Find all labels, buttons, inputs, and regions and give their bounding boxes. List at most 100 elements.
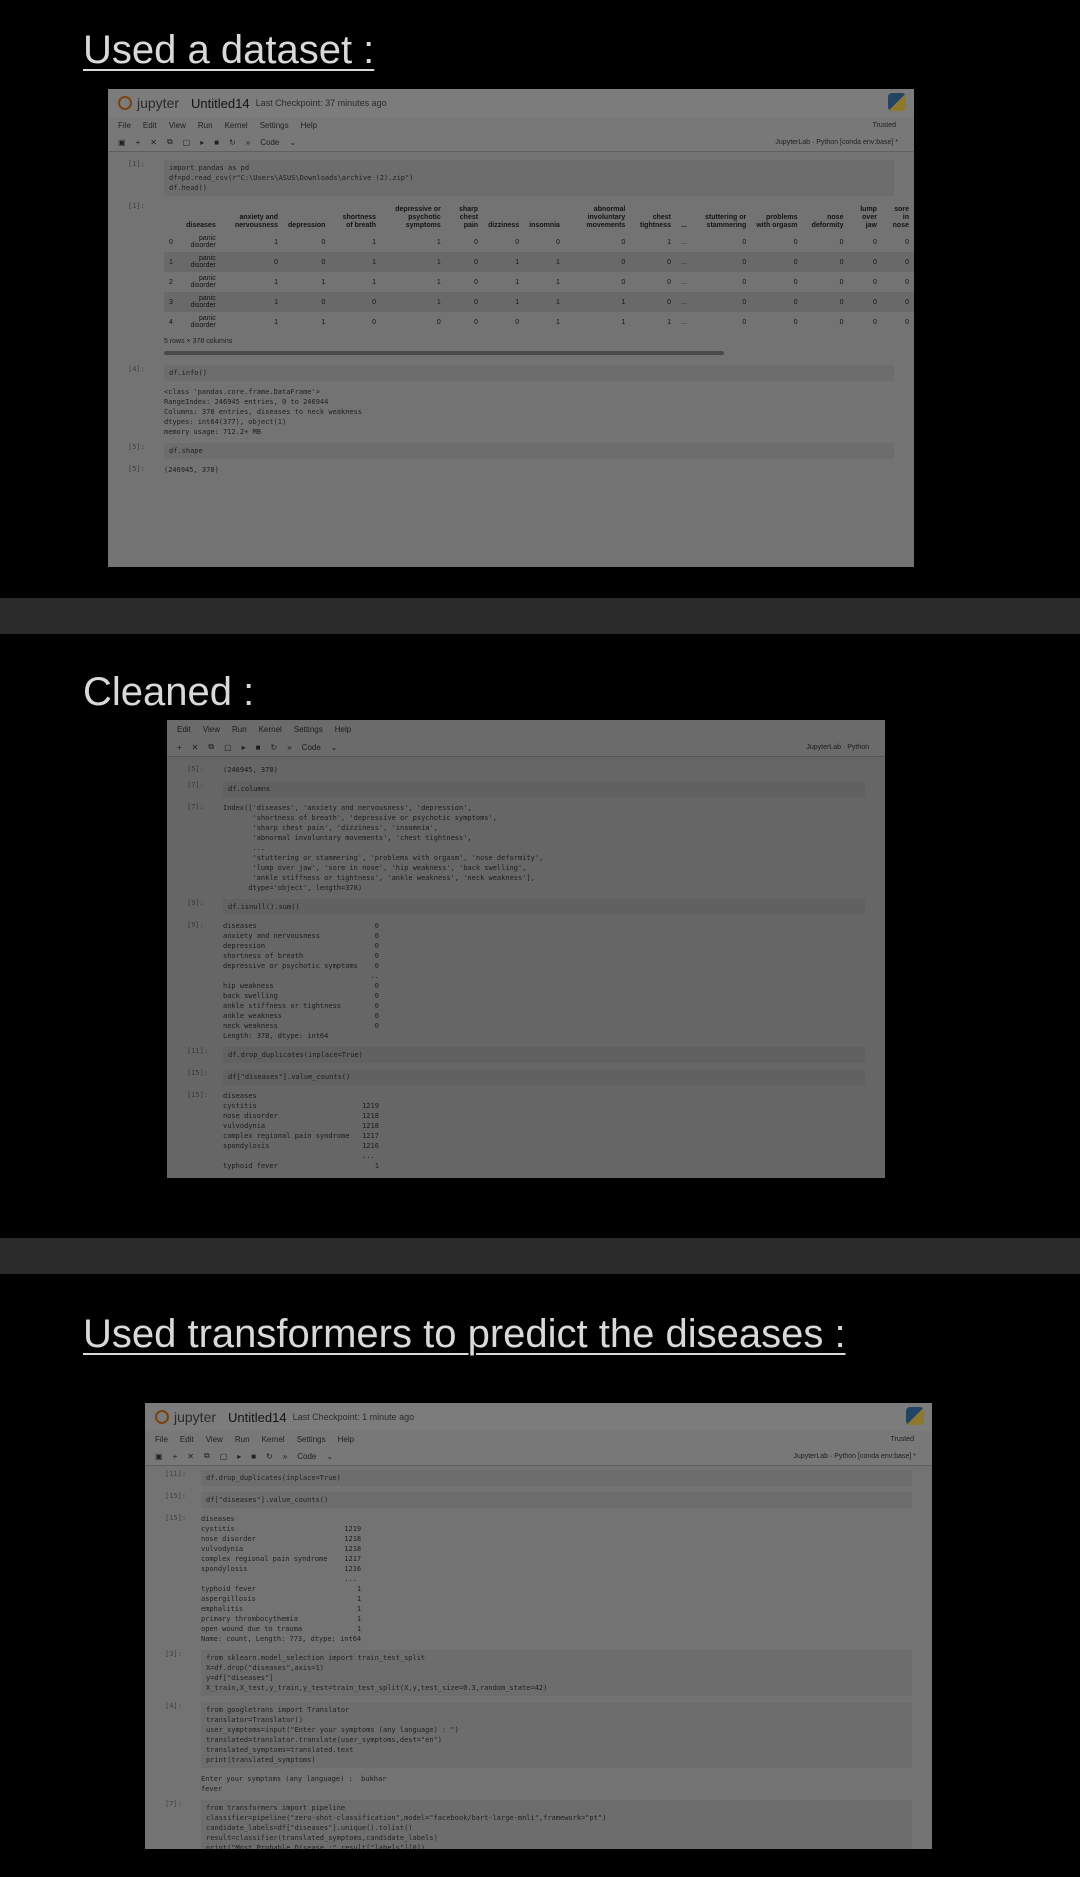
menu-kernel[interactable]: Kernel [225,121,248,130]
fast-forward-icon[interactable]: » [283,1452,287,1461]
cell-type-select[interactable]: Code [302,743,321,752]
paste-icon[interactable]: ▢ [183,138,191,147]
paste-icon[interactable]: ▢ [224,743,232,752]
restart-icon[interactable]: ↻ [266,1452,273,1461]
cell-code[interactable]: df["diseases"].value_counts() [201,1492,912,1508]
notebook-title[interactable]: Untitled14 [191,96,250,111]
cell-output: Enter your symptoms (any language) : buk… [201,1775,387,1793]
code-cell[interactable]: [7]: df.columns [187,781,885,797]
chevron-down-icon[interactable]: ⌄ [331,743,338,752]
menu-help[interactable]: Help [301,121,317,130]
stop-icon[interactable]: ■ [256,743,261,752]
cell-code[interactable]: from googletrans import Translator trans… [201,1702,912,1768]
copy-icon[interactable]: ⧉ [204,1451,210,1461]
code-cell[interactable]: [11]: df.drop_duplicates(inplace=True) [187,1047,885,1063]
cell-code[interactable]: df.drop_duplicates(inplace=True) [201,1470,912,1486]
notebook-title[interactable]: Untitled14 [228,1410,287,1425]
cut-icon[interactable]: ✕ [192,743,199,752]
menu-settings[interactable]: Settings [260,121,289,130]
code-cell[interactable]: [5]: df.shape [128,443,914,459]
restart-icon[interactable]: ↻ [229,138,236,147]
menu-edit[interactable]: Edit [143,121,157,130]
copy-icon[interactable]: ⧉ [167,137,173,147]
cell-code[interactable]: df.info() [164,365,894,381]
cell-code[interactable]: df.columns [223,781,865,797]
save-icon[interactable]: ▣ [118,138,126,147]
cell-code[interactable]: from sklearn.model_selection import trai… [201,1650,912,1696]
fast-forward-icon[interactable]: » [287,743,291,752]
menu-settings[interactable]: Settings [297,1435,326,1444]
table-cell: 1 [667,238,671,246]
menu-file[interactable]: File [155,1435,168,1444]
cell-output: diseases cystitis 1219 nose disorder 121… [201,1515,362,1643]
menu-help[interactable]: Help [338,1435,354,1444]
code-cell[interactable]: [4]: from googletrans import Translator t… [165,1702,932,1768]
restart-icon[interactable]: ↻ [271,743,278,752]
menu-view[interactable]: View [203,725,220,734]
menu-view[interactable]: View [169,121,186,130]
menu-file[interactable]: File [118,121,131,130]
menu-edit[interactable]: Edit [177,725,191,734]
code-cell[interactable]: [9]: df.isnull().sum() [187,899,885,915]
menu-settings[interactable]: Settings [294,725,323,734]
cell-type-select[interactable]: Code [260,138,279,147]
cell-code[interactable]: df["diseases"].value_counts() [223,1069,865,1085]
run-icon[interactable]: ▸ [237,1452,241,1461]
code-cell[interactable]: [4]: df.info() [128,365,914,381]
menu-edit[interactable]: Edit [180,1435,194,1444]
menu-kernel[interactable]: Kernel [262,1435,285,1444]
menu-run[interactable]: Run [232,725,247,734]
table-cell: 0 [372,318,377,326]
code-cell[interactable]: [7]: from transformers import pipeline cl… [165,1800,932,1849]
cell-code[interactable]: import pandas as pd df=pd.read_csv(r"C:\… [164,160,894,196]
code-cell[interactable]: [1]: import pandas as pd df=pd.read_csv(… [128,160,914,196]
add-cell-icon[interactable]: + [173,1452,178,1461]
horizontal-scrollbar[interactable] [164,351,724,355]
table-cell: 0 [751,292,803,312]
code-cell[interactable]: [15]: df["diseases"].value_counts() [187,1069,885,1085]
kernel-status: JupyterLab · Python [806,743,869,751]
cell-code[interactable]: df.shape [164,443,894,459]
table-cell: 1 [556,318,560,326]
save-icon[interactable]: ▣ [155,1452,163,1461]
run-icon[interactable]: ▸ [200,138,204,147]
chevron-down-icon[interactable]: ⌄ [289,138,296,147]
cell-type-select[interactable]: Code [297,1452,316,1461]
code-cell[interactable]: [11]: df.drop_duplicates(inplace=True) [165,1470,932,1486]
output-cell: [5]: (246945, 378) [128,465,914,475]
table-cell: 1 [220,292,284,312]
code-cell[interactable]: [3]: from sklearn.model_selection import … [165,1650,932,1696]
stop-icon[interactable]: ■ [214,138,219,147]
add-cell-icon[interactable]: + [177,743,182,752]
code-cell[interactable]: [15]: df["diseases"].value_counts() [165,1492,932,1508]
fast-forward-icon[interactable]: » [246,138,250,147]
table-cell: 1 [274,318,279,326]
table-header-cell: depression [288,222,326,229]
copy-icon[interactable]: ⧉ [208,742,214,752]
chevron-down-icon[interactable]: ⌄ [326,1452,333,1461]
menu-view[interactable]: View [206,1435,223,1444]
jupyter-brand: jupyter [137,95,180,111]
cut-icon[interactable]: ✕ [150,138,157,147]
add-cell-icon[interactable]: + [136,138,141,147]
table-cell: 0 [515,318,520,326]
table-cell: 0 [630,292,676,312]
menu-run[interactable]: Run [198,121,213,130]
menu-help[interactable]: Help [335,725,351,734]
table-cell: panic disorder [190,315,216,329]
cell-code[interactable]: from transformers import pipeline classi… [201,1800,912,1849]
menu-run[interactable]: Run [235,1435,250,1444]
run-icon[interactable]: ▸ [242,743,246,752]
output-cell: [9]: diseases 0 anxiety and nervousness 0… [187,921,885,1041]
table-header-cell: shortness of breath [342,214,377,229]
cell-code[interactable]: df.isnull().sum() [223,899,865,915]
paste-icon[interactable]: ▢ [220,1452,228,1461]
stop-icon[interactable]: ■ [251,1452,256,1461]
table-cell: panic disorder [190,275,216,289]
cut-icon[interactable]: ✕ [187,1452,194,1461]
cell-prompt: [7]: [187,781,204,789]
menu-kernel[interactable]: Kernel [259,725,282,734]
table-cell: 0 [220,252,284,272]
cell-code[interactable]: df.drop_duplicates(inplace=True) [223,1047,865,1063]
output-cell: [5]: (246945, 378) [187,765,885,775]
